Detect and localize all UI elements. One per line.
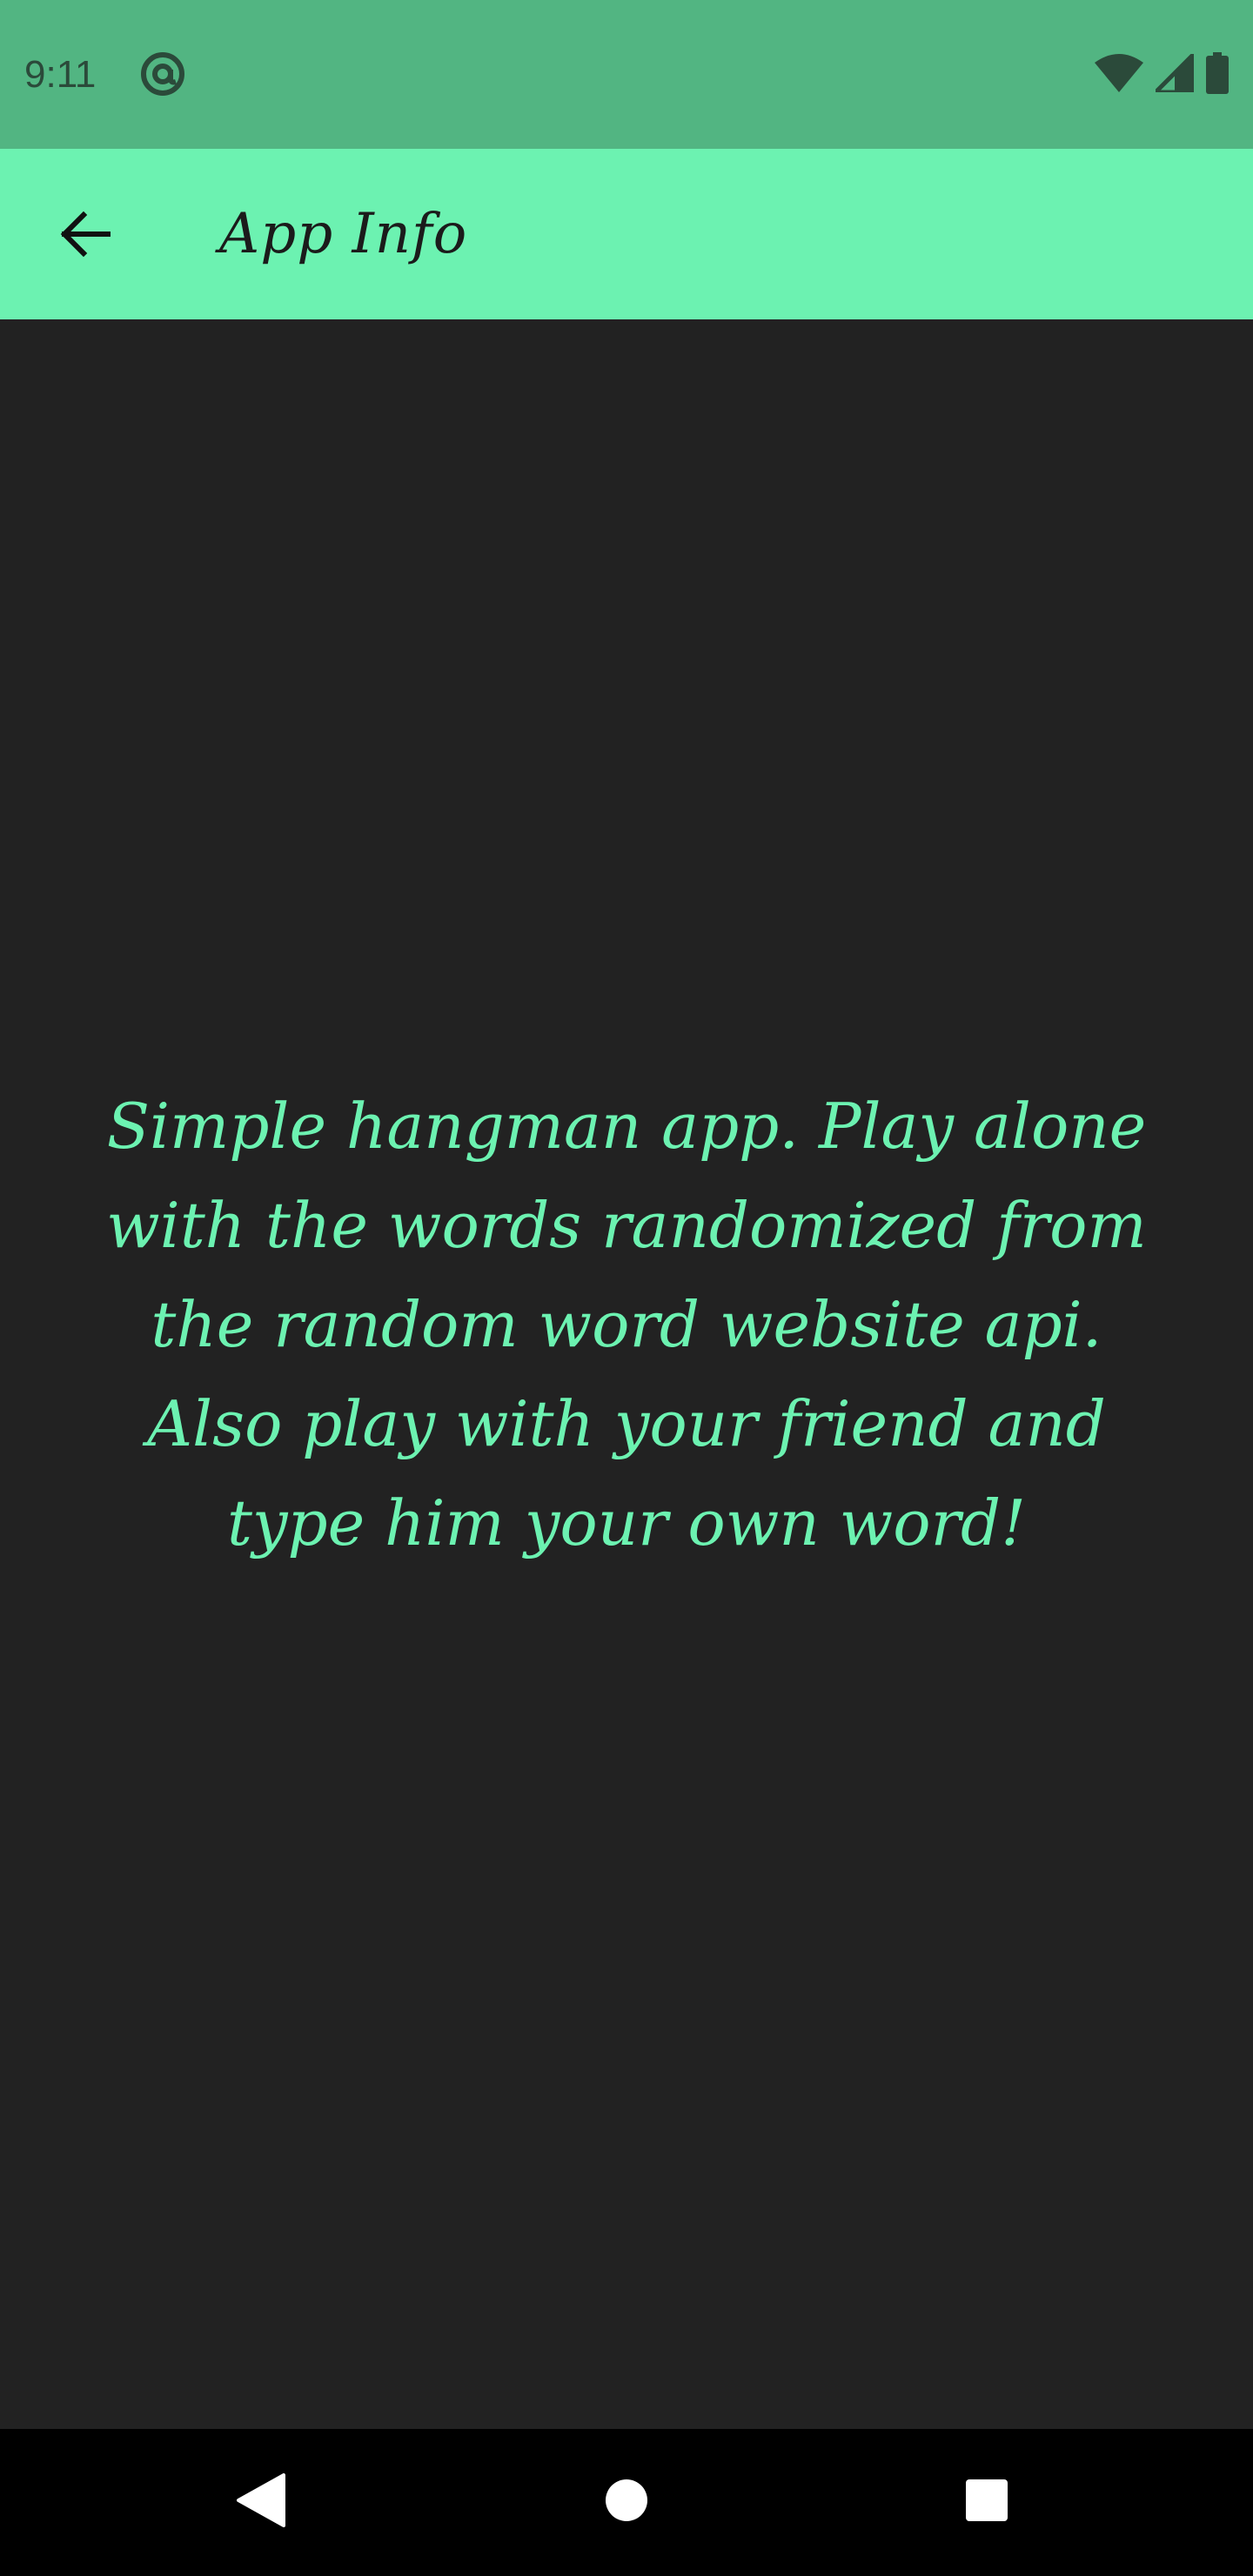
app-description: Simple hangman app. Play alone with the … xyxy=(106,1090,1147,1560)
wifi-icon xyxy=(1095,54,1143,96)
status-time: 9:11 xyxy=(24,53,97,96)
navigation-bar xyxy=(0,2429,1253,2576)
nav-recents-square-icon xyxy=(964,2478,1009,2526)
content-area: Simple hangman app. Play alone with the … xyxy=(0,319,1253,2429)
app-info-screen: 9:11 App Info Simple hangman app. Play a… xyxy=(0,0,1253,2576)
status-icons xyxy=(1095,51,1229,97)
app-bar: App Info xyxy=(0,149,1253,319)
nav-back-triangle-icon xyxy=(237,2473,285,2531)
page-title: App Info xyxy=(219,202,468,266)
arrow-back-icon xyxy=(57,206,113,265)
back-button[interactable] xyxy=(42,192,129,279)
nav-home-button[interactable] xyxy=(583,2459,670,2546)
nav-home-circle-icon xyxy=(604,2478,649,2526)
at-sign-icon xyxy=(139,50,186,97)
status-bar: 9:11 xyxy=(0,0,1253,149)
cellular-signal-icon xyxy=(1153,51,1196,96)
nav-back-button[interactable] xyxy=(218,2459,305,2546)
nav-recents-button[interactable] xyxy=(943,2459,1030,2546)
battery-icon xyxy=(1206,52,1229,97)
